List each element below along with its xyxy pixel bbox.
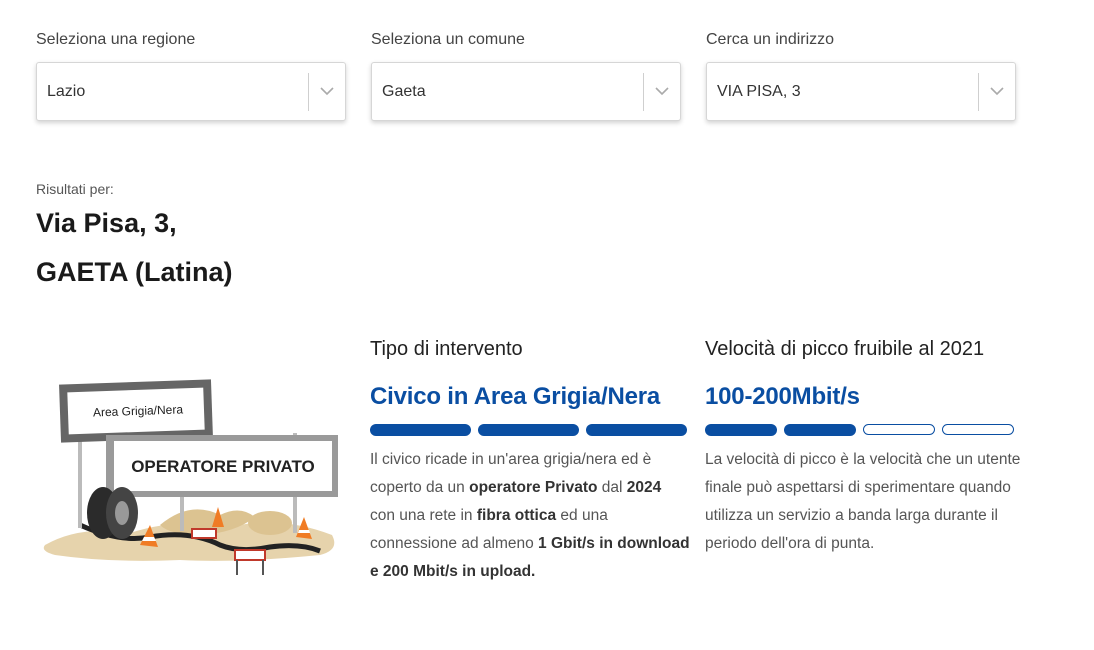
level-bar-filled [478, 424, 579, 436]
region-filter: Seleziona una regione Lazio [36, 30, 346, 121]
chevron-down-icon[interactable] [309, 87, 345, 96]
region-label: Seleziona una regione [36, 31, 196, 48]
address-select[interactable]: VIA PISA, 3 [706, 62, 1016, 121]
address-select-value: VIA PISA, 3 [717, 82, 801, 100]
intervention-value: Civico in Area Grigia/Nera [370, 383, 661, 410]
speed-column: Velocità di picco fruibile al 2021 100-2… [705, 336, 1025, 558]
region-select[interactable]: Lazio [36, 62, 346, 121]
municipality-label: Seleziona un comune [371, 31, 525, 48]
result-address-city: GAETA (Latina) [36, 257, 233, 287]
address-filter: Cerca un indirizzo VIA PISA, 3 [706, 30, 1016, 121]
chevron-down-icon[interactable] [979, 87, 1015, 96]
level-bar-filled [586, 424, 687, 436]
level-bar-filled [784, 424, 856, 436]
filters-row: Seleziona una regione Lazio Seleziona un… [36, 30, 1016, 121]
speed-description: La velocità di picco è la velocità che u… [705, 451, 1021, 552]
level-bar-empty [863, 424, 935, 435]
intervention-heading: Tipo di intervento [370, 338, 523, 360]
level-bar-filled [705, 424, 777, 436]
region-select-value: Lazio [47, 82, 86, 100]
level-bar-empty [942, 424, 1014, 435]
results-label: Risultati per: [36, 181, 114, 197]
municipality-select[interactable]: Gaeta [371, 62, 681, 121]
result-address-street: Via Pisa, 3, [36, 208, 177, 238]
intervention-description: Il civico ricade in un'area grigia/nera … [370, 451, 690, 580]
speed-heading: Velocità di picco fruibile al 2021 [705, 338, 985, 360]
speed-level-bars [705, 424, 1025, 436]
construction-illustration: Area Grigia/Nera OPERATORE PRIVATO [40, 375, 340, 590]
intervention-column: Tipo di intervento Civico in Area Grigia… [370, 336, 690, 586]
level-bar-filled [370, 424, 471, 436]
address-label: Cerca un indirizzo [706, 31, 835, 48]
chevron-down-icon[interactable] [644, 87, 680, 96]
intervention-level-bars [370, 424, 690, 436]
municipality-filter: Seleziona un comune Gaeta [371, 30, 681, 121]
speed-value: 100-200Mbit/s [705, 383, 860, 410]
municipality-select-value: Gaeta [382, 82, 426, 100]
sign-operator-text: OPERATORE PRIVATO [131, 457, 315, 476]
